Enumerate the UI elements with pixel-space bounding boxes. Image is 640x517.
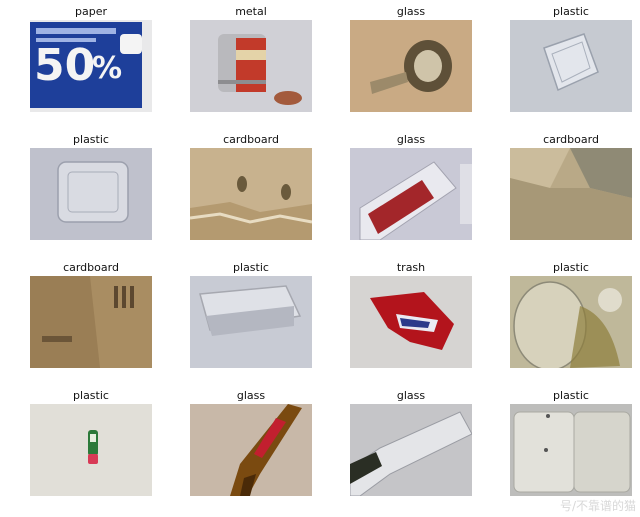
sample-image-metal [190,20,312,112]
svg-text:50: 50 [34,40,95,91]
class-label: plastic [233,261,269,274]
class-label: glass [396,389,426,402]
class-label: cardboard [543,133,599,146]
sample-image-plastic [510,20,632,112]
sample-image-plastic [190,276,312,368]
class-label: glass [236,389,266,402]
sample-image-glass [350,148,472,240]
sample-image-plastic [30,404,152,496]
sample-image-glass [190,404,312,496]
sample-image-glass [350,404,472,496]
class-label: trash [396,261,426,274]
sample-image-plastic [30,148,152,240]
class-label: metal [235,5,267,18]
class-label: glass [396,133,426,146]
sample-image-glass [350,20,472,112]
sample-image-trash [350,276,472,368]
class-label: glass [396,5,426,18]
class-label: cardboard [63,261,119,274]
svg-text:%: % [92,51,122,86]
sample-image-plastic [510,276,632,368]
class-label: plastic [553,5,589,18]
sample-image-plastic [510,404,632,496]
sample-image-grid: paper 50 % metal glass plastic plastic c… [0,0,640,517]
sample-image-cardboard [30,276,152,368]
class-label: plastic [553,261,589,274]
sample-image-paper: 50 % [30,20,152,112]
class-label: paper [75,5,107,18]
class-label: plastic [553,389,589,402]
sample-image-cardboard [510,148,632,240]
class-label: plastic [73,389,109,402]
watermark: 号/不靠谱的猫 [559,499,636,513]
class-label: plastic [73,133,109,146]
class-label: cardboard [223,133,279,146]
sample-image-cardboard [190,148,312,240]
